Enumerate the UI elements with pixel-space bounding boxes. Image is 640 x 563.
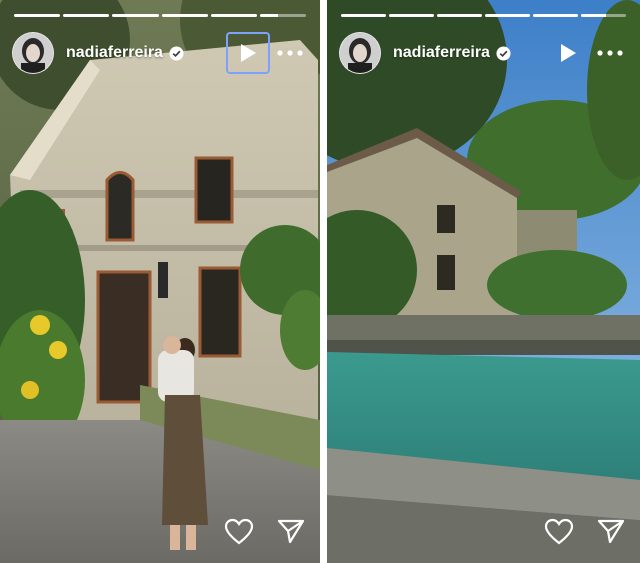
more-options-button[interactable]	[270, 32, 310, 74]
verified-badge-icon	[496, 45, 511, 61]
username[interactable]: nadiaferreira	[393, 44, 490, 62]
story-progress-bar	[341, 14, 626, 17]
heart-icon	[224, 518, 254, 544]
send-icon	[277, 519, 305, 544]
progress-segment	[14, 14, 61, 17]
more-options-button[interactable]	[590, 32, 630, 74]
story-header: nadiaferreira	[12, 32, 310, 74]
progress-segment	[112, 14, 159, 17]
progress-segment	[389, 14, 434, 17]
play-button[interactable]	[226, 32, 270, 74]
play-button[interactable]	[546, 32, 590, 74]
more-dots-icon	[277, 50, 303, 56]
verified-badge-icon	[169, 45, 184, 61]
send-icon	[597, 519, 625, 544]
more-dots-icon	[597, 50, 623, 56]
story-header: nadiaferreira	[339, 32, 630, 74]
like-button[interactable]	[544, 517, 574, 545]
progress-segment	[161, 14, 208, 17]
play-icon	[561, 44, 576, 62]
progress-segment-current	[259, 14, 307, 17]
story-photo-pool	[327, 0, 640, 563]
avatar[interactable]	[339, 32, 381, 74]
story-panel-right[interactable]: nadiaferreira	[327, 0, 640, 563]
heart-icon	[544, 518, 574, 544]
story-footer	[544, 517, 626, 545]
play-icon	[241, 44, 256, 62]
story-progress-bar	[14, 14, 307, 17]
progress-segment-current	[581, 14, 626, 17]
share-button[interactable]	[596, 517, 626, 545]
progress-segment	[210, 14, 257, 17]
avatar[interactable]	[12, 32, 54, 74]
progress-segment	[63, 14, 110, 17]
story-footer	[224, 517, 306, 545]
progress-segment	[341, 14, 386, 17]
share-button[interactable]	[276, 517, 306, 545]
like-button[interactable]	[224, 517, 254, 545]
username[interactable]: nadiaferreira	[66, 44, 163, 62]
progress-segment	[485, 14, 530, 17]
story-panel-left[interactable]: nadiaferreira	[0, 0, 320, 563]
progress-segment	[533, 14, 578, 17]
progress-segment	[437, 14, 482, 17]
story-photo-house	[0, 0, 320, 563]
